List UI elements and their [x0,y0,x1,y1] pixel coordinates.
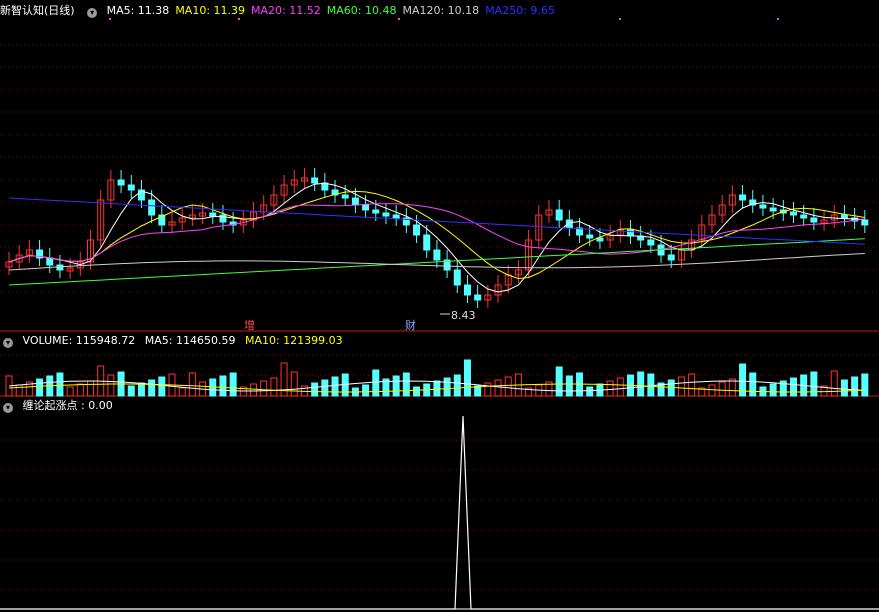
candle-body [362,204,370,211]
candle-body [647,239,655,246]
event-dot [109,18,111,20]
volume-bar [127,385,135,397]
volume-bar [402,372,410,397]
volume-bar [270,377,278,397]
candle-body [555,209,563,221]
volume-bar [463,359,471,397]
volume-bar [504,376,512,397]
volume-bar [851,376,859,397]
candle-body [372,209,380,214]
volume-bar [840,379,848,397]
candle-body [413,224,421,236]
candle-body [789,211,797,216]
event-dot [619,18,621,20]
volume-bar [494,379,502,397]
volume-bar [137,382,145,397]
candle-body [209,212,217,217]
volume-bar [861,373,869,397]
candle-body [311,177,319,184]
volume-bar [229,372,237,397]
candle-body [219,214,227,223]
candle-body [341,194,349,199]
indicator-spike [0,415,879,610]
candle-body [56,264,64,271]
volume-bar [36,378,44,397]
event-dot [777,18,779,20]
candle-body [474,294,482,301]
volume-bar [606,380,614,397]
candle-body [453,269,461,286]
volume-bar [56,372,64,397]
volume-bar [810,371,818,397]
candle-body [810,217,818,223]
volume-bar [260,380,268,397]
volume-bar [331,376,339,397]
candle-body [117,179,125,186]
volume-bar [555,366,563,397]
volume-bar [637,371,645,397]
volume-bar [362,384,370,397]
volume-bar [66,386,74,397]
candle-body [148,199,156,216]
candle-body [626,229,634,237]
candle-body [351,197,359,206]
candle-body [861,219,869,226]
candle-body [759,204,767,209]
volume-bar [392,375,400,397]
candle-body [46,257,54,266]
volume-bar [769,383,777,397]
volume-bar [87,380,95,397]
volume-bar [413,386,421,397]
volume-bar [484,382,492,397]
volume-bar [728,378,736,397]
candle-body [463,284,471,296]
event-dot [398,18,400,20]
kline-chart[interactable] [0,0,879,612]
volume-bar [647,373,655,397]
candle-body [586,234,594,239]
volume-bar [178,387,186,397]
volume-bar [148,379,156,397]
volume-bar [677,376,685,397]
volume-bar [219,375,227,397]
volume-bar [158,376,166,397]
candle-body [423,234,431,251]
volume-bar [789,377,797,397]
volume-bar [708,384,716,397]
volume-bar [453,374,461,397]
volume-bar [616,377,624,397]
volume-bar [443,377,451,397]
volume-bar [565,375,573,397]
candle-body [840,214,848,219]
candle-body [769,207,777,212]
volume-bar [76,383,84,397]
candle-body [433,249,441,261]
candle-body [127,184,135,191]
candle-body [739,194,747,201]
volume-bar [321,379,329,397]
volume-bar [107,374,115,397]
candle-body [382,212,390,217]
event-dot [238,18,240,20]
candle-body [800,214,808,219]
volume-bar [749,372,757,397]
volume-bar [718,381,726,397]
volume-bar [586,386,594,397]
volume-bar [688,373,696,397]
volume-bar [15,384,23,397]
volume-bar [311,382,319,397]
volume-bar [188,372,196,397]
candle-body [392,214,400,219]
volume-bar [250,383,258,397]
volume-bar [290,371,298,397]
candle-body [667,254,675,261]
